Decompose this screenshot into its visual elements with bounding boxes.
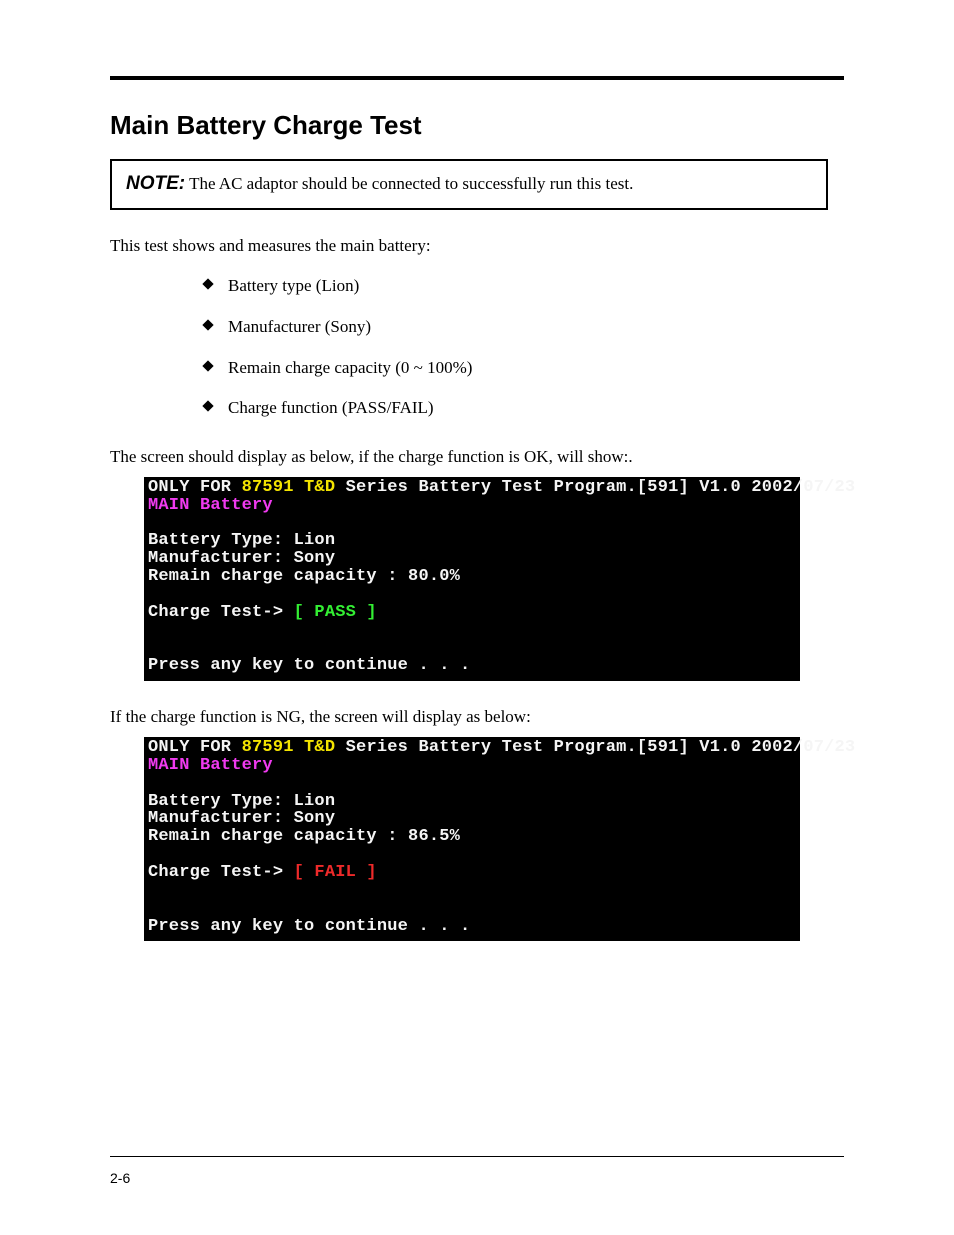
hdr-post: Series Battery Test Program.[591] V1.0 2…	[335, 478, 855, 497]
manufacturer: Manufacturer: Sony	[148, 809, 335, 828]
page-number: 2-6	[110, 1170, 130, 1186]
pass-lead-in: The screen should display as below, if t…	[110, 447, 844, 467]
feature-list: Battery type (Lion) Manufacturer (Sony) …	[204, 274, 844, 421]
document-page: Main Battery Charge Test NOTE: The AC ad…	[0, 0, 954, 941]
remain-capacity: Remain charge capacity : 80.0%	[148, 567, 460, 586]
list-item: Remain charge capacity (0 ~ 100%)	[204, 356, 844, 381]
manufacturer: Manufacturer: Sony	[148, 549, 335, 568]
list-item: Battery type (Lion)	[204, 274, 844, 299]
hdr-post: Series Battery Test Program.[591] V1.0 2…	[335, 738, 855, 757]
hdr-pre: ONLY FOR	[148, 738, 242, 757]
charge-test-result-pass: [ PASS ]	[294, 603, 377, 622]
hdr-model: 87591 T&D	[242, 738, 336, 757]
bottom-rule	[110, 1156, 844, 1157]
terminal-pass: ONLY FOR 87591 T&D Series Battery Test P…	[144, 477, 800, 681]
remain-capacity: Remain charge capacity : 86.5%	[148, 827, 460, 846]
press-any-key: Press any key to continue . . .	[148, 656, 470, 675]
top-rule	[110, 76, 844, 80]
charge-test-pre: Charge Test->	[148, 603, 294, 622]
charge-test-pre: Charge Test->	[148, 863, 294, 882]
press-any-key: Press any key to continue . . .	[148, 917, 470, 936]
main-battery-label: MAIN Battery	[148, 496, 273, 515]
note-text: The AC adaptor should be connected to su…	[189, 174, 633, 193]
section-title: Main Battery Charge Test	[110, 110, 844, 141]
list-item: Manufacturer (Sony)	[204, 315, 844, 340]
charge-test-result-fail: [ FAIL ]	[294, 863, 377, 882]
main-battery-label: MAIN Battery	[148, 756, 273, 775]
note-label: NOTE:	[126, 173, 185, 194]
list-item: Charge function (PASS/FAIL)	[204, 396, 844, 421]
fail-lead-in: If the charge function is NG, the screen…	[110, 707, 844, 727]
hdr-pre: ONLY FOR	[148, 478, 242, 497]
hdr-model: 87591 T&D	[242, 478, 336, 497]
intro-paragraph: This test shows and measures the main ba…	[110, 234, 844, 259]
battery-type: Battery Type: Lion	[148, 792, 335, 811]
battery-type: Battery Type: Lion	[148, 531, 335, 550]
note-box: NOTE: The AC adaptor should be connected…	[110, 159, 828, 210]
terminal-fail: ONLY FOR 87591 T&D Series Battery Test P…	[144, 737, 800, 941]
